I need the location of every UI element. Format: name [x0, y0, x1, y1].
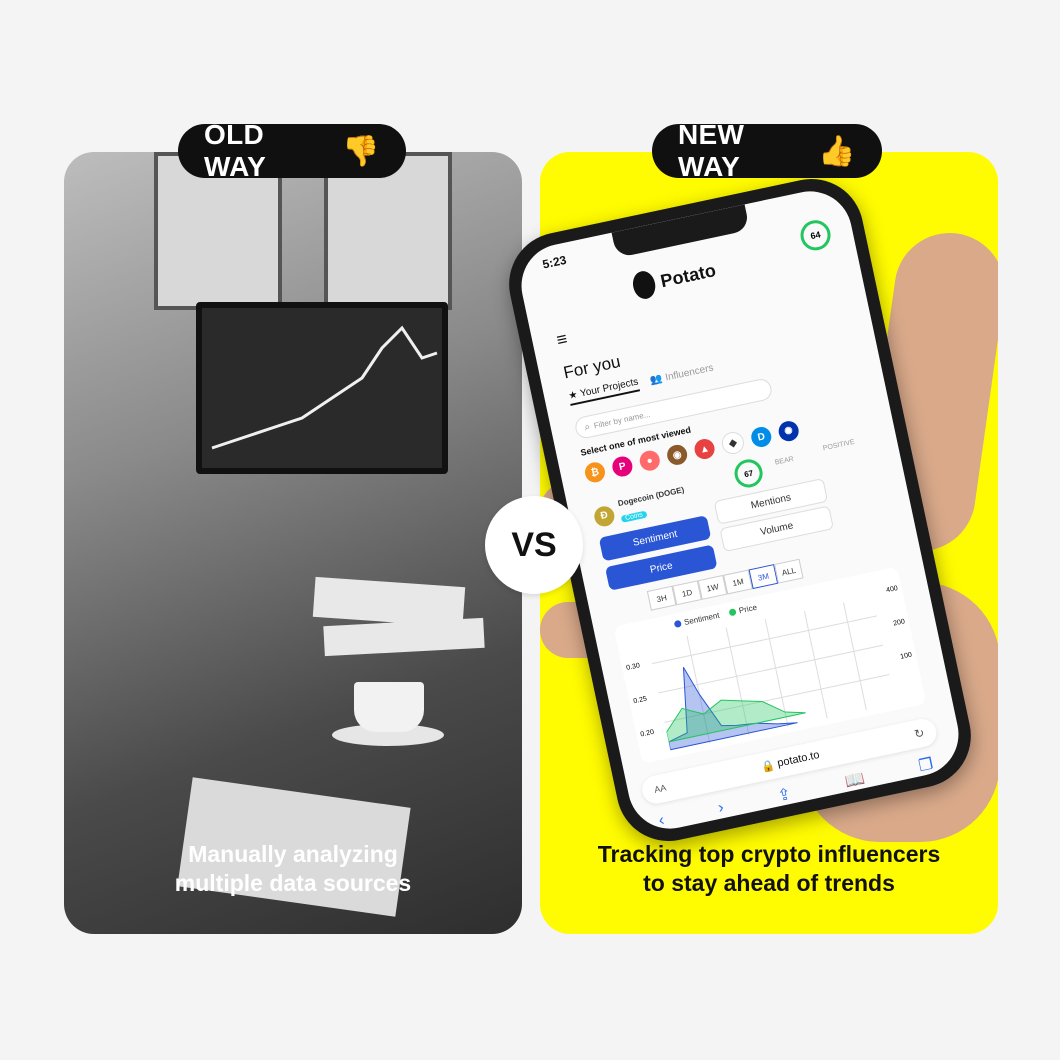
- old-way-text: OLD WAY: [204, 119, 267, 182]
- positive-label: POSITIVE: [822, 438, 856, 453]
- timeframe-3h[interactable]: 3H: [646, 585, 677, 611]
- forward-icon[interactable]: ›: [717, 799, 726, 818]
- coffee-cup: [354, 682, 424, 732]
- legend-dot-price: [728, 608, 737, 617]
- potato-logo-icon: [630, 269, 658, 301]
- old-way-label: OLD WAY 👎: [178, 119, 406, 182]
- timeframe-all[interactable]: ALL: [773, 558, 804, 584]
- status-time: 5:23: [541, 252, 568, 272]
- cardano-icon[interactable]: ✺: [776, 419, 801, 444]
- ape-icon[interactable]: ◉: [665, 442, 690, 467]
- bear-label: BEAR: [774, 455, 795, 467]
- legend-sentiment: Sentiment: [673, 611, 720, 629]
- paper-sheet: [323, 617, 485, 657]
- project-name: Dogecoin (DOGE): [617, 485, 686, 509]
- avalanche-icon[interactable]: ▲: [692, 437, 717, 461]
- bitcoin-icon[interactable]: ₿: [583, 460, 607, 485]
- app-logo: Potato: [630, 256, 718, 301]
- project-score: 67: [731, 456, 766, 491]
- menu-icon[interactable]: ≡: [555, 328, 570, 351]
- old-caption-line-1: Manually analyzing: [188, 841, 398, 867]
- left-tick-1: 0.30: [625, 662, 641, 672]
- legend-price: Price: [728, 602, 758, 618]
- legend-price-label: Price: [738, 602, 758, 616]
- ethereum-icon[interactable]: ◆: [719, 429, 746, 457]
- timeframe-1w[interactable]: 1W: [697, 574, 728, 600]
- page-title: For you: [561, 351, 623, 383]
- tab-influencers[interactable]: 👥 Influencers: [649, 363, 714, 387]
- dash-icon[interactable]: D: [749, 425, 774, 449]
- thumbs-up-icon: 👍: [818, 134, 856, 168]
- project-tag: Coins: [620, 510, 648, 523]
- users-icon: 👥: [649, 373, 664, 387]
- share-icon[interactable]: ⇪: [776, 784, 793, 806]
- old-way-caption: Manually analyzing multiple data sources: [64, 840, 522, 898]
- new-way-text: NEW WAY: [678, 119, 745, 182]
- star-icon: ★: [567, 389, 579, 403]
- lock-icon: 🔒: [760, 758, 776, 774]
- bookmarks-icon[interactable]: 📖: [843, 768, 867, 792]
- url-text: potato.to: [776, 748, 821, 770]
- stock-chart-monitor: [196, 302, 448, 474]
- tab-your-projects[interactable]: ★ Your Projects: [567, 376, 641, 406]
- right-tick-2: 200: [892, 618, 906, 628]
- tabs-icon[interactable]: ❐: [917, 754, 935, 777]
- tab-label-influencers: Influencers: [664, 362, 715, 384]
- search-icon: ⌕: [583, 420, 592, 433]
- legend-dot-sentiment: [673, 619, 682, 629]
- filter-placeholder: Filter by name...: [592, 409, 651, 430]
- font-toggle[interactable]: AA: [653, 783, 667, 795]
- reload-icon[interactable]: ↻: [913, 726, 926, 742]
- right-tick-3: 100: [899, 651, 913, 661]
- timeframe-1m[interactable]: 1M: [723, 569, 753, 595]
- right-tick-1: 400: [885, 584, 899, 595]
- old-way-panel: Manually analyzing multiple data sources: [64, 152, 522, 934]
- timeframe-1d[interactable]: 1D: [672, 580, 702, 606]
- dogecoin-icon: Ð: [592, 503, 617, 528]
- old-caption-line-2: multiple data sources: [174, 870, 412, 896]
- legend-sentiment-label: Sentiment: [683, 610, 721, 627]
- left-tick-2: 0.25: [632, 695, 648, 706]
- score-badge: 64: [797, 217, 834, 254]
- left-tick-3: 0.20: [639, 728, 655, 739]
- polkadot-icon[interactable]: P: [610, 454, 635, 479]
- pancake-icon[interactable]: ●: [637, 448, 662, 473]
- back-icon[interactable]: ‹: [657, 812, 666, 831]
- new-caption-line-1: Tracking top crypto influencers: [597, 841, 941, 867]
- url-display[interactable]: 🔒 potato.to: [760, 748, 821, 774]
- thumbs-down-icon: 👎: [342, 134, 380, 168]
- new-way-label: NEW WAY 👍: [652, 119, 882, 182]
- new-caption-line-2: to stay ahead of trends: [643, 870, 895, 896]
- app-name: Potato: [658, 259, 718, 291]
- tab-label-your-projects: Your Projects: [579, 376, 640, 400]
- timeframe-3m[interactable]: 3M: [748, 564, 779, 590]
- new-way-caption: Tracking top crypto influencers to stay …: [540, 840, 998, 898]
- versus-badge: VS: [485, 496, 583, 594]
